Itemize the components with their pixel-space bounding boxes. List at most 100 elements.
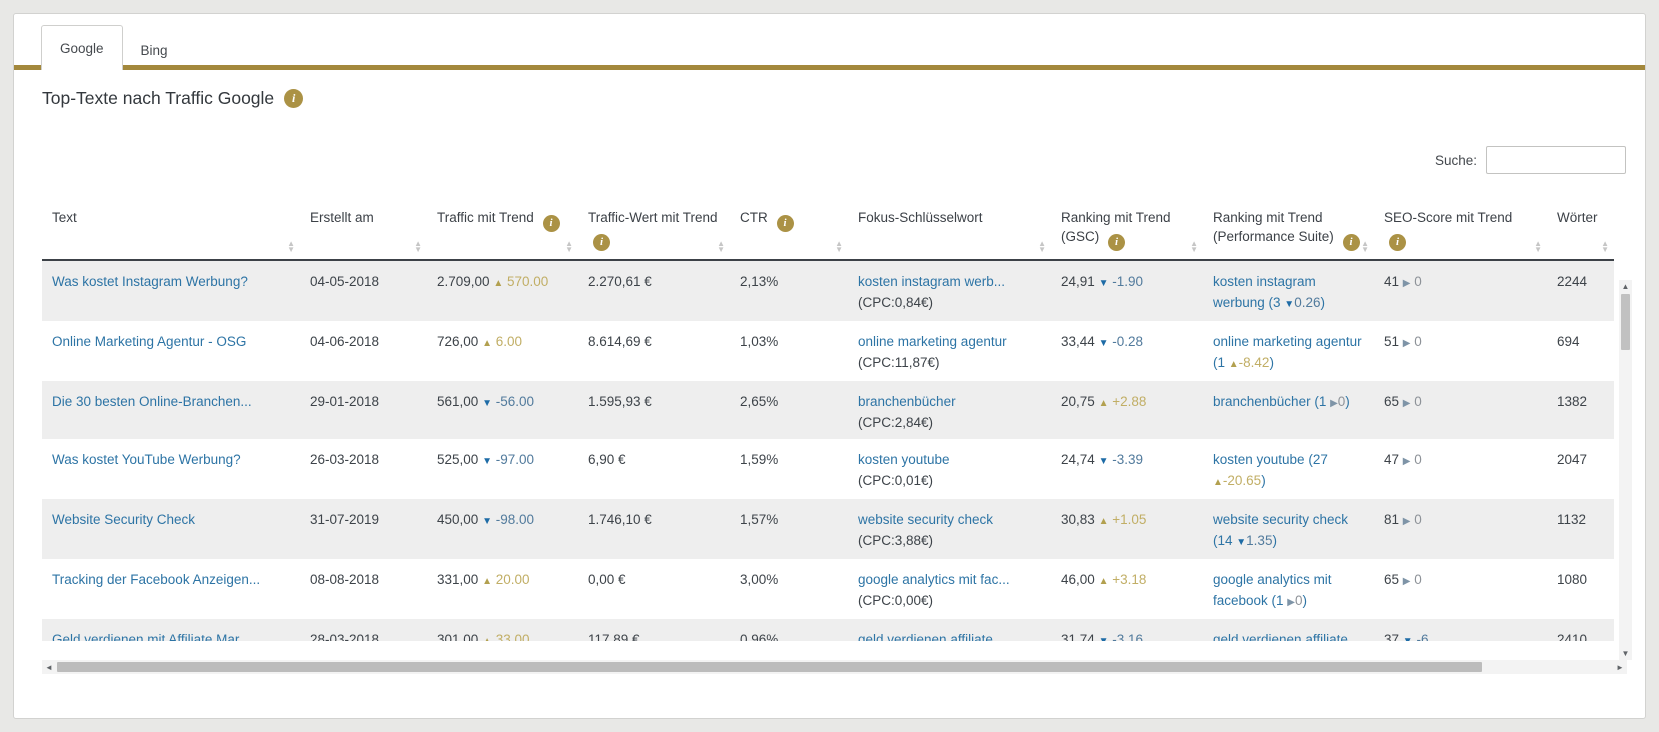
search-label: Suche:	[1435, 153, 1477, 168]
scroll-left-arrow-icon[interactable]: ◄	[42, 660, 56, 674]
ranking-ps-link[interactable]: branchenbücher (1	[1213, 394, 1330, 409]
cell-traffic-value: 6,90 €	[578, 439, 730, 499]
column-label: Erstellt am	[310, 210, 374, 225]
sort-toggle[interactable]: ▲▼	[1361, 241, 1369, 253]
title-row: Top-Texte nach Traffic Google i	[42, 88, 303, 109]
sort-toggle[interactable]: ▲▼	[287, 241, 295, 253]
sort-toggle[interactable]: ▲▼	[414, 241, 422, 253]
words-value: 2047	[1557, 452, 1587, 467]
keyword-link[interactable]: kosten youtube	[858, 452, 950, 467]
keyword-link[interactable]: geld verdienen affiliate ...	[858, 632, 1008, 641]
keyword-cpc: (CPC:0,00€)	[858, 590, 1041, 611]
sort-toggle[interactable]: ▲▼	[1190, 241, 1198, 253]
horizontal-scrollbar[interactable]: ◄ ►	[42, 660, 1627, 674]
column-info-icon[interactable]: i	[1343, 234, 1360, 251]
cell-traffic: 525,00 ▼ -97.00	[427, 439, 578, 499]
text-link[interactable]: Die 30 besten Online-Branchen...	[52, 394, 252, 409]
metric-value: 331,00	[437, 572, 478, 587]
column-info-icon[interactable]: i	[1108, 234, 1125, 251]
trend-value: -97.00	[496, 452, 534, 467]
scroll-right-arrow-icon[interactable]: ►	[1613, 660, 1627, 674]
cell-traffic-value: 0,00 €	[578, 559, 730, 619]
text-link[interactable]: Tracking der Facebook Anzeigen...	[52, 572, 260, 587]
table-header: Text▲▼Erstellt am▲▼Traffic mit Trend i▲▼…	[42, 184, 1614, 261]
sort-toggle[interactable]: ▲▼	[717, 241, 725, 253]
column-info-icon[interactable]: i	[593, 234, 610, 251]
vertical-scrollbar[interactable]: ▲ ▼	[1619, 280, 1632, 660]
keyword-link[interactable]: website security check	[858, 512, 993, 527]
cell-keyword: branchenbücher(CPC:2,84€)	[848, 381, 1051, 439]
sort-toggle[interactable]: ▲▼	[1534, 241, 1542, 253]
cell-ranking-gsc: 31,74 ▼ -3.16	[1051, 619, 1203, 641]
trend-down-icon: ▼	[1284, 299, 1294, 310]
ctr-value: 2,13%	[740, 274, 778, 289]
sort-toggle[interactable]: ▲▼	[1038, 241, 1046, 253]
cell-ctr: 1,03%	[730, 321, 848, 381]
cell-text: Die 30 besten Online-Branchen...	[42, 381, 300, 439]
sort-toggle[interactable]: ▲▼	[1601, 241, 1609, 253]
trend-up-icon: ▲	[1099, 398, 1109, 409]
scroll-up-arrow-icon[interactable]: ▲	[1619, 280, 1632, 293]
column-info-icon[interactable]: i	[777, 215, 794, 232]
cell-created: 31-07-2019	[300, 499, 427, 559]
words-value: 2410	[1557, 632, 1587, 641]
ctr-value: 0,96%	[740, 632, 778, 641]
tab-bing[interactable]: Bing	[123, 30, 186, 70]
text-link[interactable]: Website Security Check	[52, 512, 195, 527]
keyword-link[interactable]: online marketing agentur	[858, 334, 1007, 349]
trend-value: -3.39	[1112, 452, 1143, 467]
ranking-ps-link[interactable]: google analytics mit facebook (1	[1213, 572, 1332, 608]
title-info-icon[interactable]: i	[284, 89, 303, 108]
keyword-link[interactable]: branchenbücher	[858, 394, 956, 409]
sort-toggle[interactable]: ▲▼	[565, 241, 573, 253]
keyword-link[interactable]: kosten instagram werb...	[858, 274, 1005, 289]
cell-keyword: kosten youtube(CPC:0,01€)	[848, 439, 1051, 499]
metric-value: 65	[1384, 394, 1399, 409]
column-header-1: Text ▲▼	[42, 184, 300, 260]
words-value: 1382	[1557, 394, 1587, 409]
column-header-4: Traffic-Wert mit Trend i▲▼	[578, 184, 730, 260]
text-link[interactable]: Was kostet Instagram Werbung?	[52, 274, 248, 289]
ranking-ps-link[interactable]: website security check (14	[1213, 512, 1348, 548]
words-value: 694	[1557, 334, 1580, 349]
column-label: Text	[52, 210, 77, 225]
cell-created: 26-03-2018	[300, 439, 427, 499]
text-link[interactable]: Online Marketing Agentur - OSG	[52, 334, 246, 349]
scroll-down-arrow-icon[interactable]: ▼	[1619, 647, 1632, 660]
cell-seo-score: 65 ▶ 0	[1374, 381, 1547, 439]
cell-traffic: 2.709,00 ▲ 570.00	[427, 261, 578, 321]
created-date: 31-07-2019	[310, 512, 379, 527]
trend-value: -0.28	[1112, 334, 1143, 349]
text-link[interactable]: Geld verdienen mit Affiliate Mar...	[52, 632, 250, 641]
text-link[interactable]: Was kostet YouTube Werbung?	[52, 452, 241, 467]
column-info-icon[interactable]: i	[543, 215, 560, 232]
column-info-icon[interactable]: i	[1389, 234, 1406, 251]
words-value: 1132	[1557, 512, 1586, 527]
metric-value: 47	[1384, 452, 1399, 467]
tab-google[interactable]: Google	[41, 25, 123, 70]
cell-seo-score: 81 ▶ 0	[1374, 499, 1547, 559]
created-date: 29-01-2018	[310, 394, 379, 409]
horizontal-scroll-thumb[interactable]	[57, 662, 1482, 672]
cell-ctr: 3,00%	[730, 559, 848, 619]
search-input[interactable]	[1486, 146, 1626, 174]
cell-traffic: 561,00 ▼ -56.00	[427, 381, 578, 439]
ctr-value: 3,00%	[740, 572, 778, 587]
table-row: Website Security Check31-07-2019450,00 ▼…	[42, 499, 1614, 559]
cell-ranking-gsc: 30,83 ▲ +1.05	[1051, 499, 1203, 559]
tab-label: Bing	[141, 43, 168, 58]
sort-toggle[interactable]: ▲▼	[835, 241, 843, 253]
keyword-link[interactable]: google analytics mit fac...	[858, 572, 1010, 587]
trend-value: 570.00	[507, 274, 548, 289]
trend-up-icon: ▲	[482, 636, 492, 641]
metric-value: 81	[1384, 512, 1399, 527]
ranking-ps-link[interactable]: geld verdienen affiliate	[1213, 632, 1348, 641]
created-date: 04-05-2018	[310, 274, 379, 289]
ranking-ps-close: )	[1272, 533, 1277, 548]
cell-traffic-value: 117,89 €	[578, 619, 730, 641]
column-header-7: Ranking mit Trend (GSC) i▲▼	[1051, 184, 1203, 260]
ranking-ps-link[interactable]: kosten youtube (27	[1213, 452, 1328, 467]
metric-value: 450,00	[437, 512, 478, 527]
vertical-scroll-thumb[interactable]	[1621, 294, 1630, 350]
traffic-value: 6,90 €	[588, 452, 626, 467]
